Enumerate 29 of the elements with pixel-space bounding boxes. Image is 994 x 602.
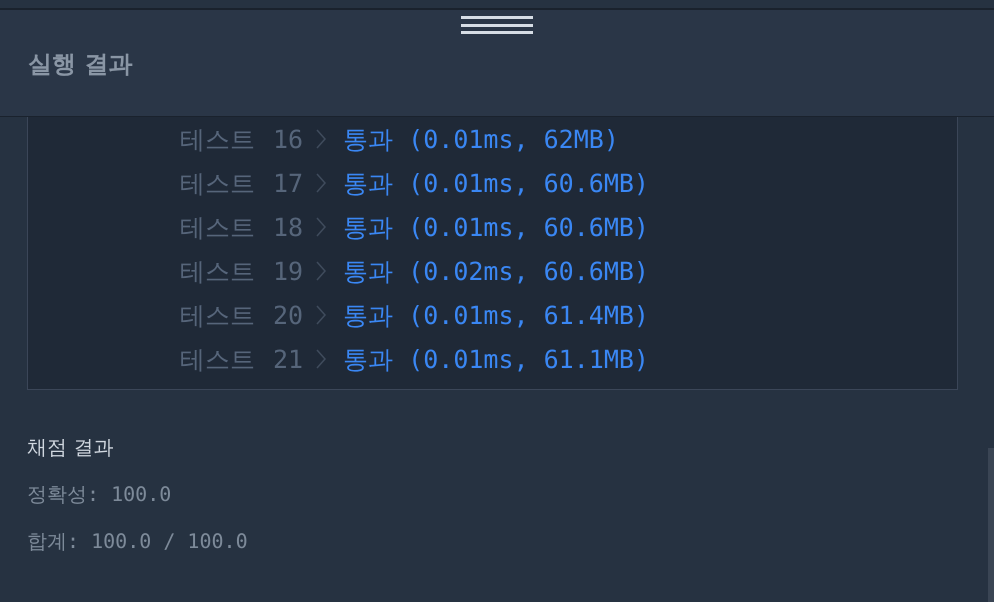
test-number: 20 xyxy=(273,300,304,330)
chevron-icon xyxy=(315,347,328,371)
test-result: 통과 (0.01ms, 61.4MB) xyxy=(343,300,649,332)
score-text: 정확성: 100.0 xyxy=(27,481,172,508)
chevron-icon xyxy=(315,171,328,195)
test-label: 테스트 xyxy=(180,344,255,376)
test-label: 테스트 xyxy=(180,300,255,332)
drag-handle[interactable] xyxy=(461,16,533,34)
test-number: 19 xyxy=(273,256,304,286)
test-result: 통과 (0.01ms, 60.6MB) xyxy=(343,212,649,244)
test-number: 18 xyxy=(273,212,304,242)
test-result: 통과 (0.01ms, 62MB) xyxy=(343,124,619,156)
chevron-icon xyxy=(315,127,328,151)
score-text: 합계: 100.0 / 100.0 xyxy=(27,528,249,555)
test-label: 테스트 xyxy=(180,212,255,244)
test-result: 통과 (0.01ms, 61.1MB) xyxy=(343,344,649,376)
test-result: 통과 (0.02ms, 60.6MB) xyxy=(343,256,649,288)
test-number: 17 xyxy=(273,168,304,198)
chevron-icon xyxy=(315,303,328,327)
chevron-icon xyxy=(315,259,328,283)
test-result: 통과 (0.01ms, 60.6MB) xyxy=(343,168,649,200)
test-number: 16 xyxy=(273,124,304,154)
chevron-icon xyxy=(315,215,328,239)
section-title: 채점 결과 xyxy=(27,434,114,461)
panel-title: 실행 결과 xyxy=(28,49,132,80)
test-label: 테스트 xyxy=(180,168,255,200)
test-label: 테스트 xyxy=(180,124,255,156)
test-number: 21 xyxy=(273,344,304,374)
test-label: 테스트 xyxy=(180,256,255,288)
